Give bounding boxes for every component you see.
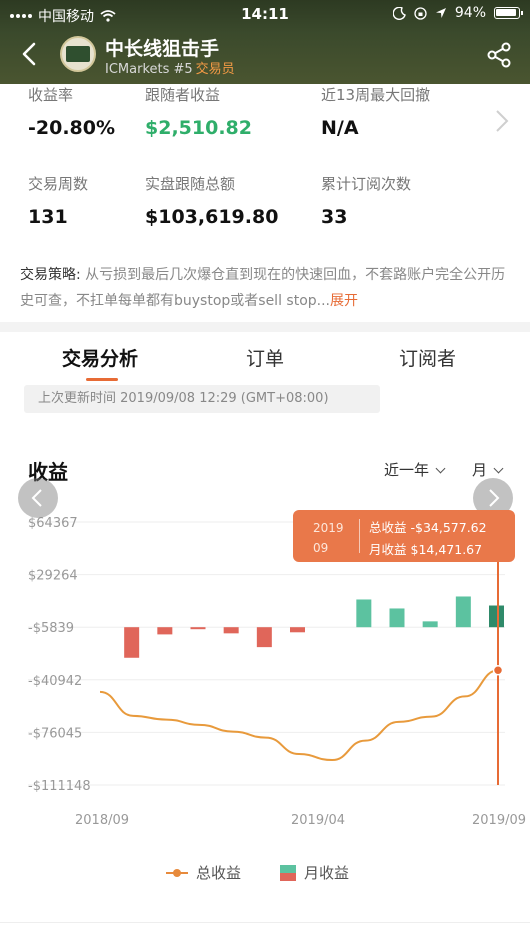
status-bar: 中国移动 14:11 94% <box>0 0 530 28</box>
monthly-bar <box>290 627 305 633</box>
share-icon[interactable] <box>484 40 514 70</box>
monthly-bar <box>223 627 239 634</box>
stat-value: $2,510.82 <box>145 117 252 139</box>
tooltip-year: 2019 <box>313 521 344 535</box>
monthly-bar <box>256 627 272 648</box>
tooltip-separator <box>359 519 360 553</box>
status-right: 94% <box>392 5 523 21</box>
trader-name: 中长线狙击手 <box>105 38 220 60</box>
y-tick-label: -$5839 <box>28 621 74 636</box>
expand-link[interactable]: 展开 <box>330 293 358 309</box>
chevron-left-icon <box>31 489 42 507</box>
last-updated: 上次更新时间 2019/09/08 12:29 (GMT+08:00) <box>24 385 380 413</box>
monthly-bar <box>356 599 372 628</box>
stat-label: 交易周数 <box>28 175 89 193</box>
period-value: 月 <box>472 461 488 479</box>
tooltip-total-label: 总收益 <box>369 520 407 535</box>
monthly-bar <box>157 627 173 635</box>
chart-prev-button[interactable] <box>18 478 58 518</box>
stat-follower-profit: 跟随者收益 $2,510.82 <box>145 84 252 139</box>
active-tab-indicator <box>86 378 118 381</box>
monthly-bar <box>455 596 471 628</box>
y-tick-label: $29264 <box>28 569 78 584</box>
stat-label: 近13周最大回撤 <box>321 86 431 104</box>
stat-value: 33 <box>321 206 348 228</box>
period-dropdown[interactable]: 月 <box>472 459 504 480</box>
stat-value: 131 <box>28 206 68 228</box>
range-dropdown[interactable]: 近一年 <box>384 459 446 480</box>
chart-cursor-dot <box>492 665 504 676</box>
section-divider <box>0 322 530 332</box>
legend-total-label: 总收益 <box>196 864 242 882</box>
y-tick-label: $64367 <box>28 516 78 531</box>
tooltip-monthly-value: $14,471.67 <box>410 542 483 557</box>
bar-marker-icon <box>280 864 296 881</box>
role-badge: 交易员 <box>195 62 235 77</box>
stat-value: N/A <box>321 117 359 139</box>
tab-bar: 交易分析 订单 订阅者 <box>0 332 530 382</box>
tab-orders[interactable]: 订单 <box>246 344 284 371</box>
x-tick-label: 2019/09 <box>472 813 526 828</box>
stat-value: -20.80% <box>28 117 116 139</box>
screen: 中国移动 14:11 94% 中长线狙击手 ICMarkets #5 交易员 收… <box>0 0 530 937</box>
tooltip-monthly: 月收益 $14,471.67 <box>369 539 482 558</box>
broker-account: ICMarkets #5 <box>105 62 193 77</box>
line-marker-icon <box>166 868 188 877</box>
trader-avatar[interactable] <box>60 36 96 72</box>
tooltip-total-value: -$34,577.62 <box>410 520 487 535</box>
legend-total[interactable]: 总收益 <box>166 862 241 883</box>
x-tick-label: 2018/09 <box>75 813 129 828</box>
y-tick-label: -$40942 <box>28 674 82 689</box>
strategy-text: 交易策略: 从亏损到最后几次爆仓直到现在的快速回血，不套路账户完全公开历史可查，… <box>20 262 512 314</box>
strategy-label: 交易策略: <box>20 267 81 283</box>
stat-label: 实盘跟随总额 <box>145 175 236 193</box>
trader-meta: ICMarkets #5 交易员 <box>105 58 235 77</box>
tooltip-month: 09 <box>313 541 329 555</box>
monthly-bar <box>489 605 504 628</box>
stat-follow-total: 实盘跟随总额 $103,619.80 <box>145 173 278 228</box>
total-profit-line <box>99 669 499 762</box>
y-tick-label: -$76045 <box>28 726 82 741</box>
monthly-bar <box>190 627 206 630</box>
range-value: 近一年 <box>384 461 430 479</box>
bottom-divider <box>0 922 530 937</box>
stat-label: 累计订阅次数 <box>321 175 412 193</box>
avatar-image <box>66 46 90 62</box>
orientation-lock-icon <box>414 6 427 20</box>
monthly-bar <box>124 627 140 658</box>
stat-trading-weeks: 交易周数 131 <box>28 173 88 228</box>
tooltip-total: 总收益 -$34,577.62 <box>369 517 487 536</box>
location-icon <box>435 8 446 18</box>
legend-monthly[interactable]: 月收益 <box>280 862 349 883</box>
tab-subscribers[interactable]: 订阅者 <box>399 344 456 371</box>
stats-panel[interactable]: 收益率 -20.80% 跟随者收益 $2,510.82 近13周最大回撤 N/A… <box>0 84 530 256</box>
stat-max-drawdown: 近13周最大回撤 N/A <box>321 84 430 139</box>
back-button[interactable] <box>14 38 46 70</box>
chevron-down-icon <box>435 463 446 474</box>
strategy-body: 从亏损到最后几次爆仓直到现在的快速回血，不套路账户完全公开历史可查，不扛单每单都… <box>20 267 506 309</box>
y-tick-label: -$111148 <box>28 779 91 794</box>
stat-label: 跟随者收益 <box>145 86 221 104</box>
chevron-down-icon <box>493 463 504 474</box>
stat-value: $103,619.80 <box>145 206 279 228</box>
x-tick-label: 2019/04 <box>291 813 345 828</box>
chevron-right-icon[interactable] <box>494 108 510 134</box>
stat-label: 收益率 <box>28 86 74 104</box>
chart-legend: 总收益 月收益 <box>0 862 530 886</box>
chart-tooltip: 2019 09 总收益 -$34,577.62 月收益 $14,471.67 <box>293 510 515 562</box>
do-not-disturb-icon <box>392 6 406 20</box>
tooltip-monthly-label: 月收益 <box>369 542 407 557</box>
battery-icon <box>494 7 523 19</box>
top-header: 中国移动 14:11 94% 中长线狙击手 ICMarkets #5 交易员 <box>0 0 530 84</box>
battery-percent: 94% <box>454 5 486 21</box>
monthly-bar <box>389 608 405 628</box>
tab-analysis[interactable]: 交易分析 <box>62 344 138 371</box>
monthly-bar <box>422 621 438 628</box>
stat-subscriptions: 累计订阅次数 33 <box>321 173 411 228</box>
stat-return-rate: 收益率 -20.80% <box>28 84 115 139</box>
legend-monthly-label: 月收益 <box>304 864 350 882</box>
tooltip-date: 2019 09 <box>313 518 344 558</box>
nav-bar: 中长线狙击手 ICMarkets #5 交易员 <box>0 28 530 84</box>
